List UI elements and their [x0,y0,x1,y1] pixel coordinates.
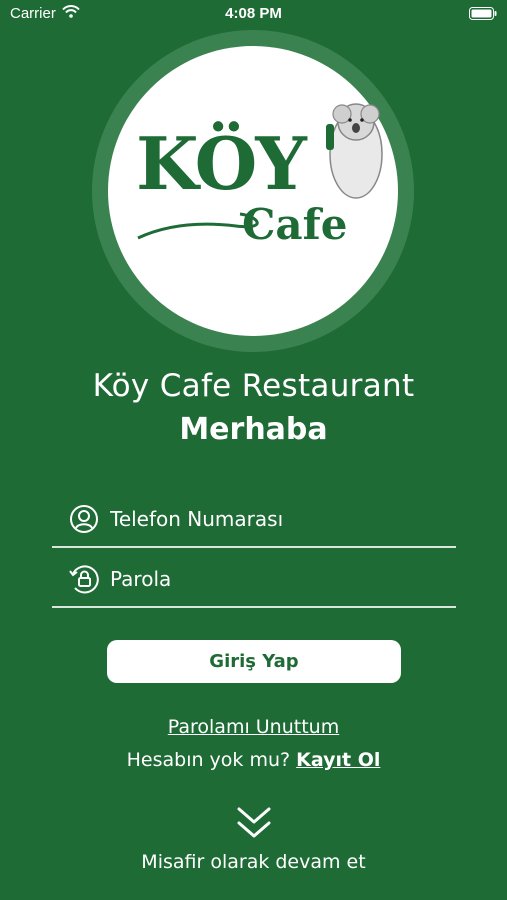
status-bar: Carrier 4:08 PM [0,0,507,28]
register-prompt: Hesabın yok mu? Kayıt Ol [0,749,507,771]
user-icon [68,503,100,535]
forgot-password-link[interactable]: Parolamı Unuttum [0,716,507,738]
lock-icon [68,563,100,595]
no-account-text: Hesabın yok mu? [126,749,291,771]
status-time: 4:08 PM [225,5,282,22]
password-input[interactable] [110,567,440,591]
greeting-subtitle: Merhaba [179,412,328,447]
brand-logo: KÖY Cafe [108,46,398,336]
double-chevron-down-icon[interactable] [236,806,272,840]
phone-field[interactable] [52,492,456,548]
guest-continue-link[interactable]: Misafir olarak devam et [0,851,507,873]
logo-brand-top: KÖY [136,121,307,206]
battery-icon [469,7,497,24]
login-button[interactable]: Giriş Yap [107,640,401,683]
phone-input[interactable] [110,507,440,531]
register-link[interactable]: Kayıt Ol [296,749,380,771]
logo-brand-bottom: Cafe [242,200,348,249]
restaurant-title: Köy Cafe Restaurant [92,368,415,404]
password-field[interactable] [52,552,456,608]
